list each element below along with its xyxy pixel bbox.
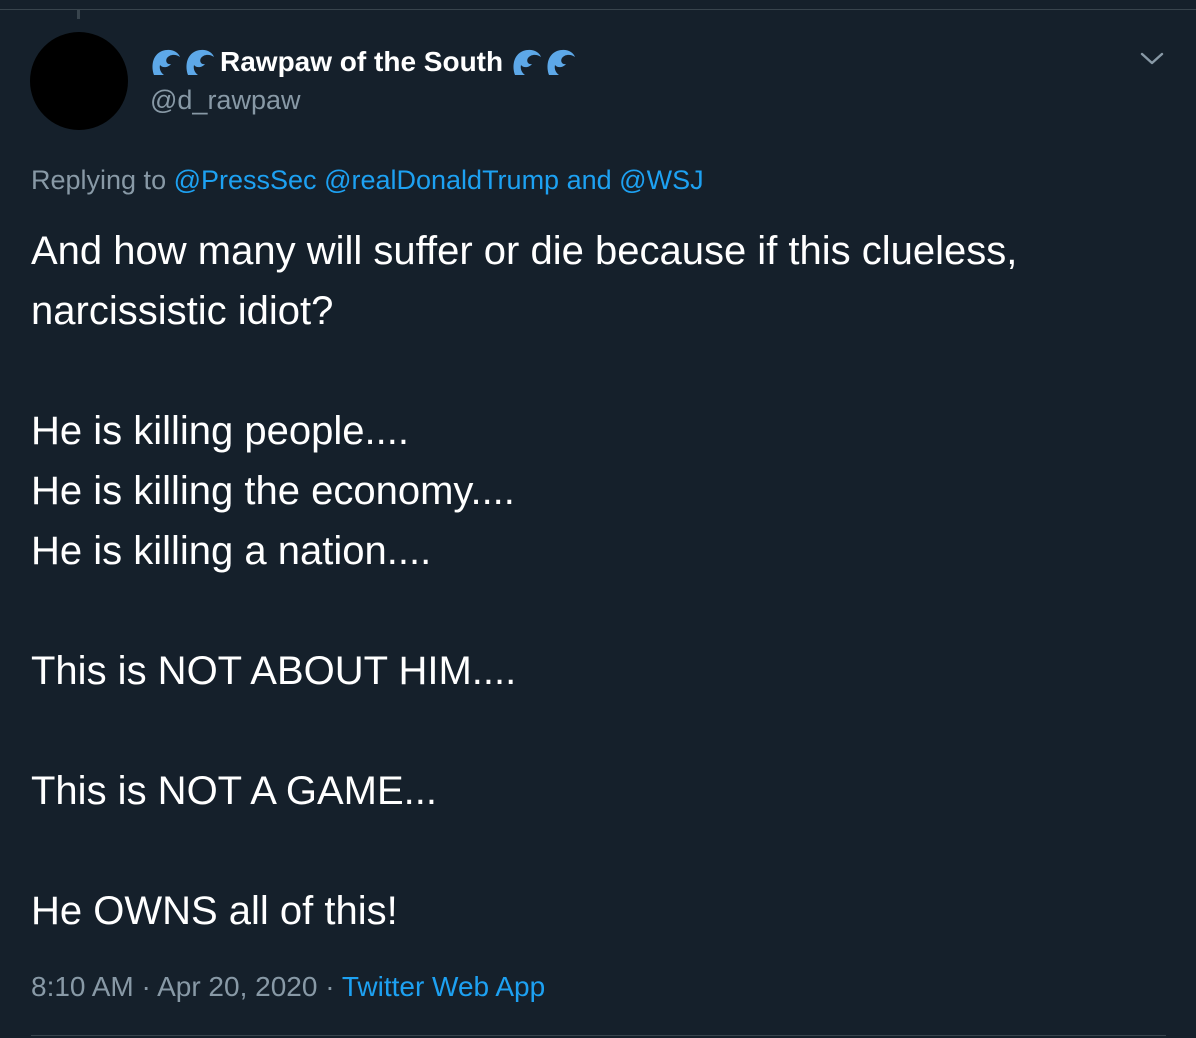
source-app-link[interactable]: Twitter Web App: [342, 971, 545, 1002]
mention-link-wsj[interactable]: @WSJ: [619, 165, 703, 195]
replying-to-label: Replying to: [31, 165, 167, 195]
wave-emoji-icon: [150, 47, 184, 77]
tweet-text-line: And how many will suffer or die because …: [31, 229, 1018, 273]
tweet-text-line: He is killing people....: [31, 409, 409, 453]
user-handle[interactable]: @d_rawpaw: [150, 83, 300, 117]
display-name[interactable]: Rawpaw of the South: [220, 44, 503, 80]
tweet-metadata: 8:10 AM · Apr 20, 2020 · Twitter Web App: [31, 968, 545, 1006]
wave-emoji-icon: [545, 47, 579, 77]
tweet-text-line: He is killing a nation....: [31, 529, 432, 573]
meta-separator: ·: [325, 971, 335, 1002]
wave-emoji-icon: [511, 47, 545, 77]
top-divider: [0, 9, 1196, 10]
avatar[interactable]: [30, 32, 128, 130]
wave-emoji-group-trailing: [511, 47, 579, 77]
tweet-text-line: narcissistic idiot?: [31, 289, 334, 333]
replying-to-line: Replying to @PressSec @realDonaldTrump a…: [31, 162, 704, 198]
wave-emoji-group-leading: [150, 47, 218, 77]
tweet-text-line: This is NOT ABOUT HIM....: [31, 649, 517, 693]
replying-to-and-link[interactable]: and: [567, 165, 612, 195]
user-name-row[interactable]: Rawpaw of the South: [150, 44, 579, 80]
bottom-divider: [31, 1035, 1166, 1036]
mention-link-realdonaldtrump[interactable]: @realDonaldTrump: [324, 165, 559, 195]
mention-link-presssec[interactable]: @PressSec: [174, 165, 317, 195]
tweet-date[interactable]: Apr 20, 2020: [157, 971, 317, 1002]
tweet-text-line: He OWNS all of this!: [31, 889, 398, 933]
tweet-text-line: This is NOT A GAME...: [31, 769, 438, 813]
wave-emoji-icon: [184, 47, 218, 77]
tweet-time[interactable]: 8:10 AM: [31, 971, 134, 1002]
meta-separator: ·: [141, 971, 151, 1002]
thread-connector-line: [77, 9, 80, 19]
tweet-text-line: He is killing the economy....: [31, 469, 515, 513]
chevron-down-icon[interactable]: [1138, 46, 1166, 70]
tweet-text: And how many will suffer or die because …: [31, 221, 1171, 941]
